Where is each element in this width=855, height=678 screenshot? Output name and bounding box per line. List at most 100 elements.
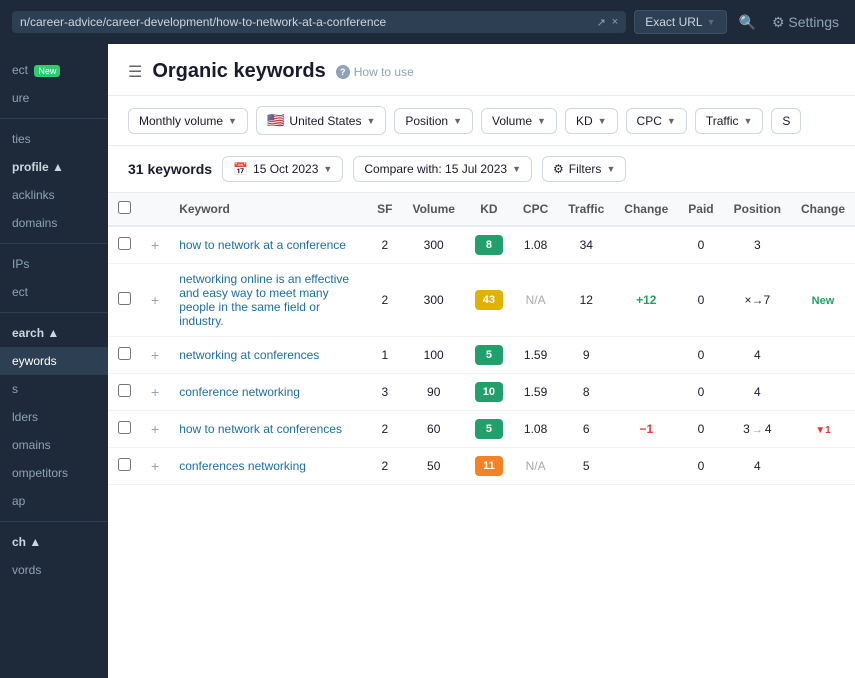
cpc-filter[interactable]: CPC ▼	[626, 108, 687, 134]
compare-button[interactable]: Compare with: 15 Jul 2023 ▼	[353, 156, 532, 182]
keyword-link-3[interactable]: conference networking	[179, 385, 300, 399]
sidebar-item-ect2[interactable]: ect	[0, 278, 108, 306]
row-checkbox-4[interactable]	[118, 421, 131, 434]
country-filter[interactable]: 🇺🇸 United States ▼	[256, 106, 386, 135]
sidebar-item-words[interactable]: vords	[0, 556, 108, 584]
row-checkbox-1[interactable]	[118, 292, 131, 305]
close-tab-icon[interactable]: ×	[612, 16, 618, 28]
header-paid: Paid	[678, 193, 723, 226]
search-button[interactable]: 🔍	[735, 10, 760, 35]
row-add-cell-0[interactable]: +	[141, 226, 169, 264]
exact-url-button[interactable]: Exact URL ▼	[634, 10, 726, 34]
row-change-0	[614, 226, 678, 264]
add-keyword-icon[interactable]: +	[151, 458, 159, 474]
sidebar-item-ips[interactable]: IPs	[0, 250, 108, 278]
sidebar-divider-1	[0, 118, 108, 119]
row-volume-5: 50	[402, 448, 464, 485]
row-checkbox-2[interactable]	[118, 347, 131, 360]
sidebar-item-folders[interactable]: lders	[0, 403, 108, 431]
position-arrow: ×→	[744, 293, 763, 307]
keywords-table: Keyword SF Volume KD CPC Traffic Change …	[108, 193, 855, 485]
sidebar-item-omains[interactable]: omains	[0, 431, 108, 459]
row-add-cell-1[interactable]: +	[141, 264, 169, 337]
row-traffic-2: 9	[558, 337, 614, 374]
row-poschange-2	[791, 337, 855, 374]
keyword-link-2[interactable]: networking at conferences	[179, 348, 319, 362]
add-keyword-icon[interactable]: +	[151, 384, 159, 400]
chevron-down-icon: ▼	[707, 17, 716, 27]
row-keyword-1: networking online is an effective and ea…	[169, 264, 367, 337]
sidebar-item-keywords[interactable]: eywords	[0, 347, 108, 375]
date-picker-button[interactable]: 📅 15 Oct 2023 ▼	[222, 156, 343, 182]
how-to-use-link[interactable]: ? How to use	[336, 65, 414, 79]
select-all-checkbox[interactable]	[118, 201, 131, 214]
row-add-cell-3[interactable]: +	[141, 374, 169, 411]
keyword-link-4[interactable]: how to network at conferences	[179, 422, 342, 436]
row-kd-1: 43	[465, 264, 513, 337]
row-paid-0: 0	[678, 226, 723, 264]
url-text: n/career-advice/career-development/how-t…	[20, 15, 591, 29]
row-keyword-5: conferences networking	[169, 448, 367, 485]
kd-badge-1: 43	[475, 290, 503, 310]
add-keyword-icon[interactable]: +	[151, 292, 159, 308]
row-checkbox-0[interactable]	[118, 237, 131, 250]
position-from: 3	[743, 422, 750, 436]
add-keyword-icon[interactable]: +	[151, 347, 159, 363]
keyword-link-0[interactable]: how to network at a conference	[179, 238, 346, 252]
monthly-volume-filter[interactable]: Monthly volume ▼	[128, 108, 248, 134]
sidebar-item-ch[interactable]: ch ▲	[0, 528, 108, 556]
row-sf-4: 2	[367, 411, 402, 448]
top-bar: n/career-advice/career-development/how-t…	[0, 0, 855, 44]
chevron-down-icon: ▼	[598, 116, 607, 126]
row-checkbox-5[interactable]	[118, 458, 131, 471]
filters-button[interactable]: ⚙ Filters ▼	[542, 156, 626, 182]
toolbar: 31 keywords 📅 15 Oct 2023 ▼ Compare with…	[108, 146, 855, 193]
sidebar-item-map[interactable]: ap	[0, 487, 108, 515]
sidebar-item-backlinks[interactable]: acklinks	[0, 181, 108, 209]
header-change: Change	[614, 193, 678, 226]
row-change-1: +12	[614, 264, 678, 337]
sidebar-item-ure[interactable]: ure	[0, 84, 108, 112]
traffic-filter[interactable]: Traffic ▼	[695, 108, 764, 134]
row-poschange-3	[791, 374, 855, 411]
add-keyword-icon[interactable]: +	[151, 421, 159, 437]
sidebar-item-ties[interactable]: ties	[0, 125, 108, 153]
kd-badge-3: 10	[475, 382, 503, 402]
row-add-cell-5[interactable]: +	[141, 448, 169, 485]
header-sf: SF	[367, 193, 402, 226]
row-checkbox-3[interactable]	[118, 384, 131, 397]
row-change-5	[614, 448, 678, 485]
kd-filter[interactable]: KD ▼	[565, 108, 618, 134]
add-keyword-icon[interactable]: +	[151, 237, 159, 253]
row-keyword-4: how to network at conferences	[169, 411, 367, 448]
url-bar: n/career-advice/career-development/how-t…	[12, 11, 626, 33]
hamburger-icon[interactable]: ☰	[128, 62, 142, 82]
row-poschange-0	[791, 226, 855, 264]
chevron-down-icon: ▼	[743, 116, 752, 126]
keyword-link-1[interactable]: networking online is an effective and ea…	[179, 272, 349, 328]
sidebar-item-competitors[interactable]: ompetitors	[0, 459, 108, 487]
row-add-cell-4[interactable]: +	[141, 411, 169, 448]
external-link-icon[interactable]: ↗	[597, 16, 606, 29]
row-volume-2: 100	[402, 337, 464, 374]
position-filter[interactable]: Position ▼	[394, 108, 473, 134]
sidebar-item-s[interactable]: s	[0, 375, 108, 403]
settings-button[interactable]: ⚙ Settings	[768, 10, 843, 35]
header-volume: Volume	[402, 193, 464, 226]
volume-filter[interactable]: Volume ▼	[481, 108, 557, 134]
sidebar-item-domains[interactable]: domains	[0, 209, 108, 237]
sidebar-item-profile[interactable]: profile ▲	[0, 153, 108, 181]
position-value: 3	[754, 238, 761, 252]
row-change-4: −1	[614, 411, 678, 448]
page-header: ☰ Organic keywords ? How to use	[108, 44, 855, 96]
sidebar-item-ect[interactable]: ect New	[0, 56, 108, 84]
row-paid-4: 0	[678, 411, 723, 448]
filter-icon: ⚙	[553, 162, 564, 176]
page-title: Organic keywords	[152, 60, 325, 83]
keyword-count: 31 keywords	[128, 161, 212, 177]
row-add-cell-2[interactable]: +	[141, 337, 169, 374]
sidebar-item-search-header[interactable]: earch ▲	[0, 319, 108, 347]
s-filter[interactable]: S	[771, 108, 801, 134]
keyword-link-5[interactable]: conferences networking	[179, 459, 306, 473]
table-row: +conference networking390101.59804	[108, 374, 855, 411]
